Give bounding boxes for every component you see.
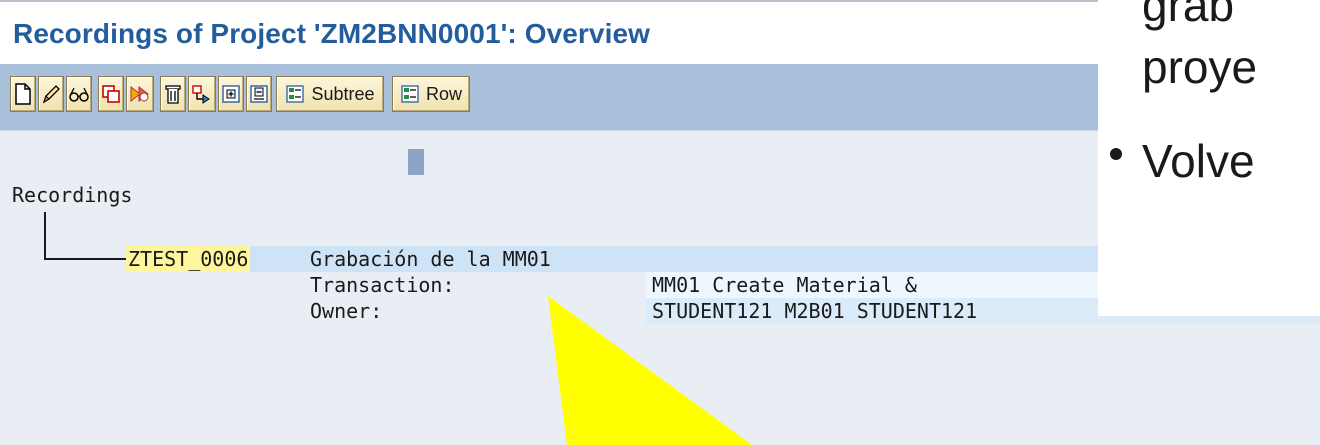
yellow-arrow-annotation xyxy=(548,296,752,445)
arrow-shape xyxy=(548,296,752,445)
